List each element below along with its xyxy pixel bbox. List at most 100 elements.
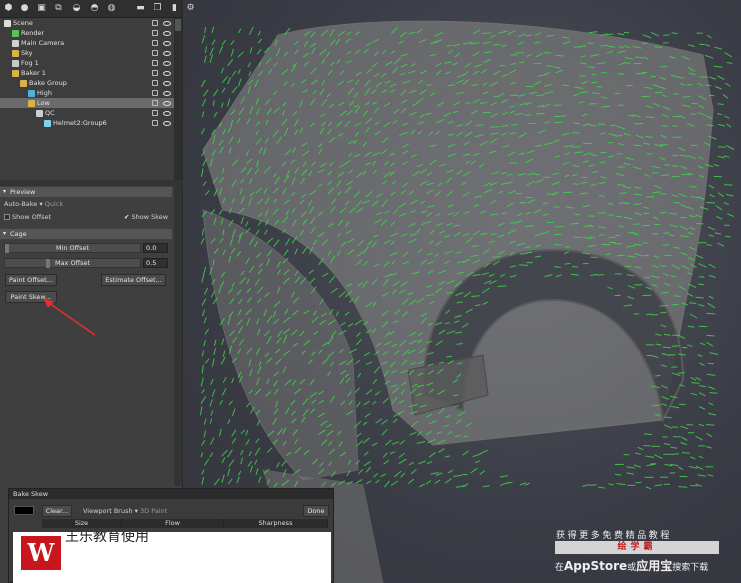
visibility-eye-icon[interactable]	[163, 31, 171, 36]
tree-item[interactable]: Baker 1	[0, 68, 174, 78]
lock-icon[interactable]	[152, 50, 158, 56]
max-offset-slider[interactable]: Max Offset	[4, 258, 141, 268]
visibility-eye-icon[interactable]	[163, 41, 171, 46]
tree-item[interactable]: Sky	[0, 48, 174, 58]
min-offset-field[interactable]: 0.0	[143, 243, 168, 253]
light-icon[interactable]: ●	[19, 3, 30, 14]
skew-vector	[511, 124, 519, 126]
tree-item-label: Baker 1	[21, 69, 46, 77]
skew-vector	[705, 54, 714, 59]
skew-vector	[211, 358, 215, 367]
visibility-eye-icon[interactable]	[163, 91, 171, 96]
lock-icon[interactable]	[152, 100, 158, 106]
folder-icon[interactable]: ▬	[135, 3, 146, 14]
skew-vector	[510, 63, 517, 65]
tree-item-label: High	[37, 89, 52, 97]
visibility-eye-icon[interactable]	[163, 21, 171, 26]
flow-column[interactable]: Flow	[122, 519, 224, 528]
tree-item[interactable]: Bake Group	[0, 78, 174, 88]
tree-item[interactable]: QC	[0, 108, 174, 118]
skew-vector	[490, 233, 497, 235]
preview-section-header[interactable]: Preview	[0, 187, 172, 197]
lock-icon[interactable]	[152, 90, 158, 96]
mesh-icon	[28, 100, 35, 107]
sky-icon[interactable]: ◓	[89, 3, 100, 14]
promo-brand-bar: 绘学霸	[555, 541, 719, 554]
duplicate-icon[interactable]: ❐	[152, 3, 163, 14]
skew-vector	[203, 430, 207, 438]
tree-scrollbar[interactable]	[174, 18, 182, 180]
skew-vector	[564, 262, 571, 265]
skew-vector	[706, 342, 714, 347]
viewport-brush-dropdown[interactable]: Viewport Brush ▾ 3D Paint	[83, 506, 167, 516]
lock-icon[interactable]	[152, 120, 158, 126]
skew-vector	[200, 237, 205, 245]
material-icon[interactable]: ◒	[71, 3, 82, 14]
estimate-offset-button[interactable]: Estimate Offset...	[101, 274, 166, 286]
skew-vector	[230, 40, 235, 46]
tree-item[interactable]: Low	[0, 98, 174, 108]
visibility-eye-icon[interactable]	[163, 51, 171, 56]
auto-bake-dropdown[interactable]: ▾ Quick	[39, 200, 63, 208]
camera-icon[interactable]: ▣	[36, 3, 47, 14]
tree-item[interactable]: Render	[0, 28, 174, 38]
skew-vector	[608, 483, 614, 486]
tree-item[interactable]: Main Camera	[0, 38, 174, 48]
skew-vector	[255, 438, 260, 444]
skew-vector	[398, 458, 407, 465]
lock-icon[interactable]	[152, 40, 158, 46]
skew-vector	[201, 298, 207, 306]
visibility-eye-icon[interactable]	[163, 81, 171, 86]
skew-vector	[392, 418, 398, 423]
cage-section-header[interactable]: Cage	[0, 229, 172, 239]
lock-icon[interactable]	[152, 70, 158, 76]
skew-vector	[211, 26, 215, 33]
skew-vector	[221, 338, 225, 345]
size-column[interactable]: Size	[42, 519, 122, 528]
visibility-eye-icon[interactable]	[163, 101, 171, 106]
visibility-eye-icon[interactable]	[163, 71, 171, 76]
lock-icon[interactable]	[152, 20, 158, 26]
skew-vector	[705, 84, 712, 87]
tree-item[interactable]: Fog 1	[0, 58, 174, 68]
skew-vector	[642, 224, 650, 227]
lock-icon[interactable]	[152, 30, 158, 36]
sky-sphere-icon[interactable]: ◍	[106, 3, 117, 14]
show-offset-checkbox[interactable]: Show Offset	[4, 212, 51, 222]
bake-icon[interactable]: ⧉	[53, 3, 64, 14]
sharpness-column[interactable]: Sharpness	[224, 519, 328, 528]
delete-icon[interactable]: ▮	[169, 3, 180, 14]
lock-icon[interactable]	[152, 60, 158, 66]
tree-item[interactable]: Scene	[0, 18, 174, 28]
color-swatch[interactable]	[14, 506, 34, 515]
show-skew-checkbox[interactable]: ✔ Show Skew	[124, 212, 168, 222]
skew-vector	[211, 39, 216, 46]
skew-vector	[201, 228, 204, 236]
skew-vector	[687, 344, 693, 347]
skew-vector	[409, 431, 417, 436]
scene-icon[interactable]: ⬢	[3, 3, 14, 14]
skew-vector	[660, 211, 668, 214]
lock-icon[interactable]	[152, 110, 158, 116]
min-offset-slider[interactable]: Min Offset	[4, 243, 141, 253]
max-offset-field[interactable]: 0.5	[143, 258, 168, 268]
panel-divider[interactable]	[0, 180, 183, 186]
properties-scrollbar[interactable]	[174, 186, 182, 486]
visibility-eye-icon[interactable]	[163, 121, 171, 126]
settings-icon[interactable]: ⚙	[185, 3, 196, 14]
tree-item[interactable]: Helmet2:Group6	[0, 118, 174, 128]
skew-vector	[717, 75, 725, 80]
tree-item[interactable]: High	[0, 88, 174, 98]
skew-vector	[698, 455, 704, 459]
skew-vector	[356, 339, 362, 346]
paint-offset-button[interactable]: Paint Offset...	[5, 274, 57, 286]
skew-vector	[227, 76, 232, 85]
lock-icon[interactable]	[152, 80, 158, 86]
visibility-eye-icon[interactable]	[163, 61, 171, 66]
skew-vector	[375, 418, 383, 424]
clear-button[interactable]: Clear...	[42, 505, 72, 517]
visibility-eye-icon[interactable]	[163, 111, 171, 116]
watermark-overlay: W 王乐教育使用	[13, 532, 331, 583]
skew-vector	[524, 246, 531, 248]
done-button[interactable]: Done	[303, 505, 329, 517]
